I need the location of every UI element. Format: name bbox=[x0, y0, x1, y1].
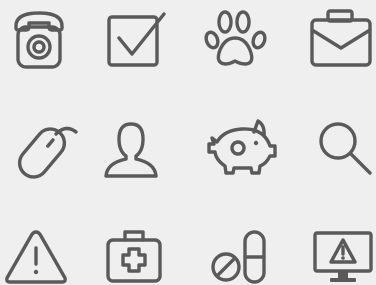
pills-capsule-icon bbox=[210, 229, 268, 285]
magnifier-search-icon bbox=[318, 121, 374, 177]
computer-mouse-icon bbox=[6, 120, 78, 182]
piggy-bank-icon bbox=[206, 118, 278, 176]
briefcase-icon bbox=[308, 8, 374, 68]
icon-sheet bbox=[0, 0, 376, 285]
telephone-icon bbox=[12, 10, 66, 70]
checkbox-icon bbox=[106, 9, 168, 69]
user-profile-icon bbox=[103, 121, 159, 179]
warning-triangle-icon bbox=[3, 228, 69, 284]
first-aid-kit-icon bbox=[105, 227, 163, 283]
paw-print-icon bbox=[203, 8, 269, 70]
monitor-alert-icon bbox=[312, 230, 374, 284]
